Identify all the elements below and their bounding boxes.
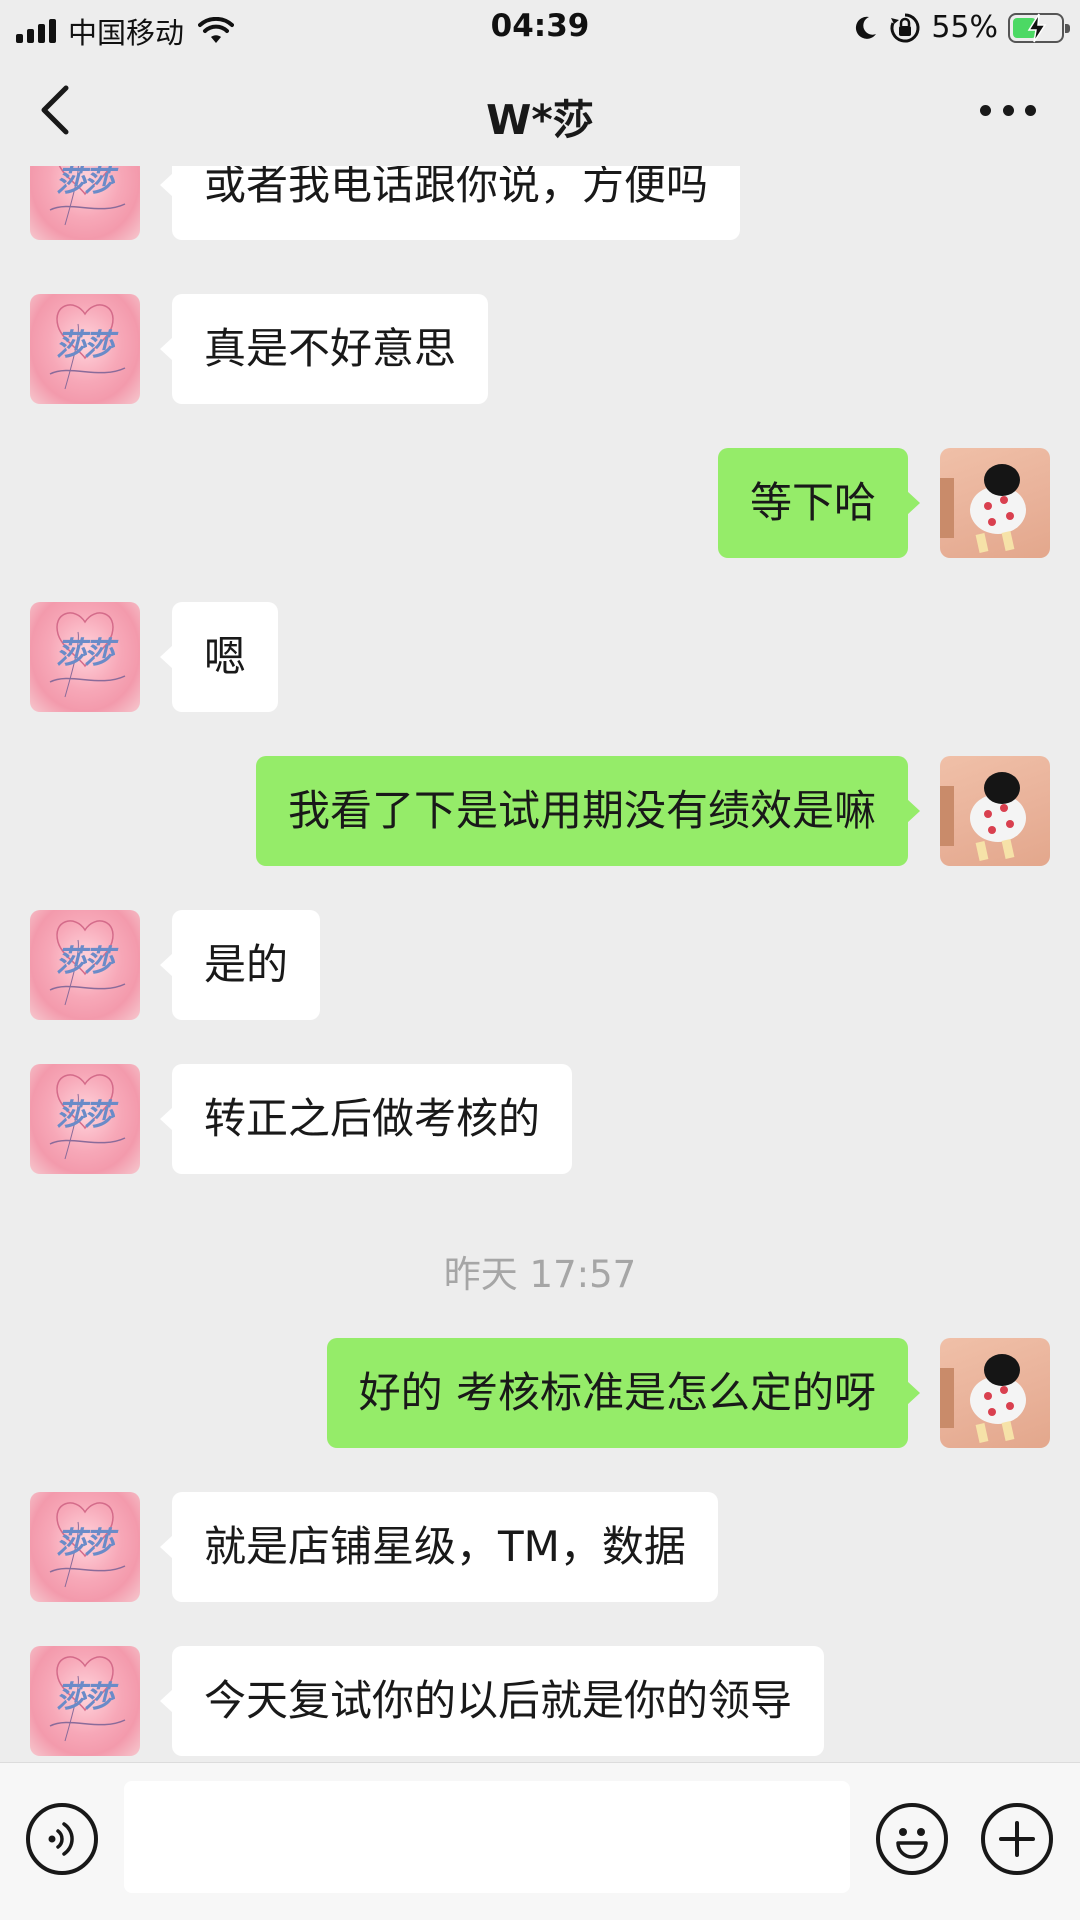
message-received: 莎莎 嗯 xyxy=(0,602,1080,712)
message-sent: 我看了下是试用期没有绩效是嘛 xyxy=(0,756,1080,866)
status-bar: 中国移动 04:39 55% xyxy=(0,0,1080,54)
message-received: 莎莎 是的 xyxy=(0,910,1080,1020)
nav-bar: W*莎 xyxy=(0,54,1080,166)
avatar-signature: 莎莎 xyxy=(56,166,114,199)
contact-avatar[interactable]: 莎莎 xyxy=(30,294,140,404)
message-bubble[interactable]: 是的 xyxy=(159,910,321,1020)
contact-avatar[interactable]: 莎莎 xyxy=(30,1064,140,1174)
avatar-signature: 莎莎 xyxy=(56,636,114,671)
wifi-icon xyxy=(198,17,235,43)
message-bubble[interactable]: 我看了下是试用期没有绩效是嘛 xyxy=(255,756,921,866)
message-bubble[interactable]: 就是店铺星级，TM，数据 xyxy=(160,1492,718,1602)
message-bubble[interactable]: 转正之后做考核的 xyxy=(159,1064,573,1174)
chat-title: W*莎 xyxy=(486,96,594,144)
plus-icon[interactable] xyxy=(981,1803,1053,1875)
battery-charging-icon xyxy=(1008,12,1070,43)
contact-avatar[interactable]: 莎莎 xyxy=(30,166,140,240)
message-received: 莎莎 真是不好意思 xyxy=(0,294,1080,404)
message-received: 莎莎 转正之后做考核的 xyxy=(0,1064,1080,1174)
message-bubble[interactable]: 嗯 xyxy=(159,602,279,712)
avatar-signature: 莎莎 xyxy=(56,1526,114,1561)
moon-icon xyxy=(856,16,877,39)
avatar-signature: 莎莎 xyxy=(56,328,114,363)
user-avatar[interactable] xyxy=(940,756,1050,866)
emoji-icon[interactable] xyxy=(876,1803,948,1875)
message-received: 莎莎 就是店铺星级，TM，数据 xyxy=(0,1492,1080,1602)
carrier-name: 中国移动 xyxy=(68,16,185,50)
voice-icon[interactable] xyxy=(26,1803,98,1875)
message-bubble[interactable]: 等下哈 xyxy=(717,448,921,558)
avatar-signature: 莎莎 xyxy=(56,1098,114,1133)
message-received: 莎莎 或者我电话跟你说，方便吗 xyxy=(0,166,1080,240)
message-bubble[interactable]: 或者我电话跟你说，方便吗 xyxy=(159,166,741,240)
contact-avatar[interactable]: 莎莎 xyxy=(30,1492,140,1602)
message-sent: 好的 考核标准是怎么定的呀 xyxy=(0,1338,1080,1448)
message-bubble[interactable]: 好的 考核标准是怎么定的呀 xyxy=(326,1338,921,1448)
input-bar xyxy=(0,1762,1080,1920)
chat-screen: 中国移动 04:39 55% W*莎 莎莎 或者我电话跟你说，方便吗 莎莎 真是… xyxy=(0,0,1080,1920)
message-bubble[interactable]: 今天复试你的以后就是你的领导 xyxy=(159,1646,825,1756)
contact-avatar[interactable]: 莎莎 xyxy=(30,910,140,1020)
contact-avatar[interactable]: 莎莎 xyxy=(30,602,140,712)
message-bubble[interactable]: 真是不好意思 xyxy=(159,294,489,404)
signal-icon xyxy=(16,19,56,43)
message-list[interactable]: 莎莎 或者我电话跟你说，方便吗 莎莎 真是不好意思 等下哈 莎莎 嗯 我看了下是… xyxy=(0,166,1080,1762)
avatar-signature: 莎莎 xyxy=(56,1680,114,1715)
contact-avatar[interactable]: 莎莎 xyxy=(30,1646,140,1756)
message-timestamp: 昨天 17:57 xyxy=(443,1253,637,1296)
more-dots-icon[interactable] xyxy=(980,102,1036,118)
message-input[interactable] xyxy=(124,1781,850,1893)
battery-percent: 55% xyxy=(931,10,998,45)
message-received: 莎莎 今天复试你的以后就是你的领导 xyxy=(0,1646,1080,1756)
user-avatar[interactable] xyxy=(940,1338,1050,1448)
message-sent: 等下哈 xyxy=(0,448,1080,558)
rotation-lock-icon xyxy=(890,13,920,42)
chevron-left-icon[interactable] xyxy=(36,84,76,136)
avatar-signature: 莎莎 xyxy=(56,944,114,979)
user-avatar[interactable] xyxy=(940,448,1050,558)
